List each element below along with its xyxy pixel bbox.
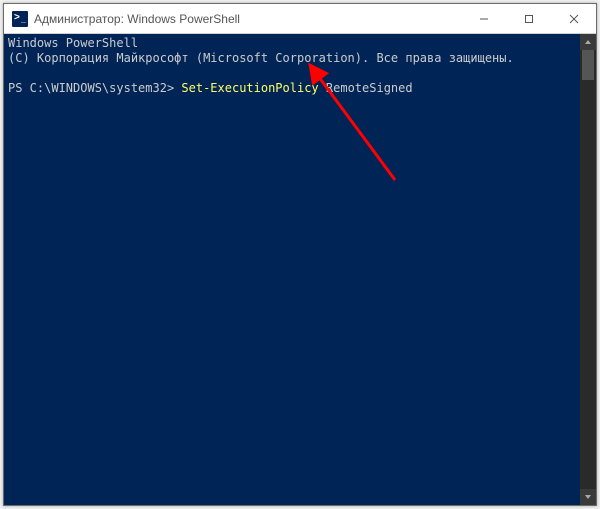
terminal-area[interactable]: Windows PowerShell (C) Корпорация Майкро… <box>4 34 596 505</box>
terminal-prompt-line: PS C:\WINDOWS\system32> Set-ExecutionPol… <box>8 81 592 96</box>
prompt-path: PS C:\WINDOWS\system32> <box>8 81 181 95</box>
terminal-copyright-line: (C) Корпорация Майкрософт (Microsoft Cor… <box>8 51 592 66</box>
terminal-header-line: Windows PowerShell <box>8 36 592 51</box>
powershell-icon <box>12 11 28 27</box>
maximize-button[interactable] <box>506 4 551 33</box>
minimize-button[interactable] <box>461 4 506 33</box>
window-title: Администратор: Windows PowerShell <box>34 12 461 26</box>
scroll-down-button[interactable] <box>580 489 596 505</box>
close-button[interactable] <box>551 4 596 33</box>
scroll-thumb[interactable] <box>582 50 594 80</box>
command-argument: RemoteSigned <box>319 81 413 95</box>
terminal-blank-line <box>8 66 592 81</box>
command-cmdlet: Set-ExecutionPolicy <box>181 81 318 95</box>
scroll-track[interactable] <box>580 50 596 489</box>
window-controls <box>461 4 596 33</box>
scroll-up-button[interactable] <box>580 34 596 50</box>
vertical-scrollbar[interactable] <box>580 34 596 505</box>
powershell-window: Администратор: Windows PowerShell Window… <box>3 3 597 506</box>
titlebar[interactable]: Администратор: Windows PowerShell <box>4 4 596 34</box>
